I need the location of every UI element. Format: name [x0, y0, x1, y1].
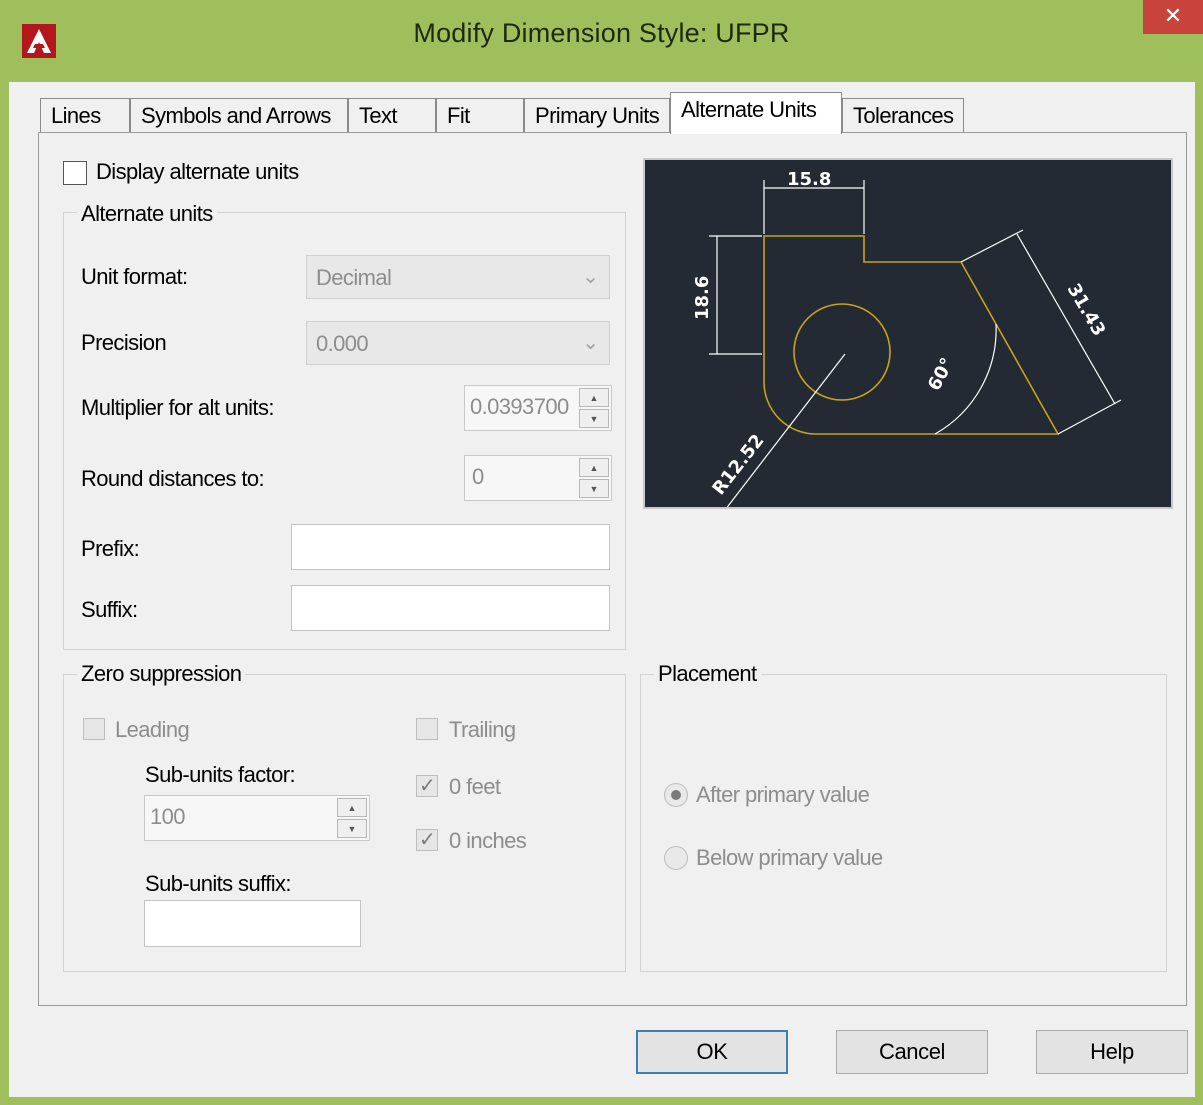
preview-dim-angle: 60°	[924, 354, 959, 394]
spin-down-icon[interactable]: ▼	[579, 479, 609, 498]
alternate-units-legend: Alternate units	[77, 201, 217, 227]
preview-dim-top: 15.8	[787, 169, 831, 190]
placement-group	[640, 674, 1167, 972]
prefix-label: Prefix:	[81, 536, 140, 561]
tab-lines[interactable]: Lines	[40, 98, 130, 132]
unit-format-label: Unit format:	[81, 264, 188, 289]
sub-units-factor-spinner[interactable]: 100 ▲ ▼	[144, 795, 370, 841]
unit-format-select[interactable]: Decimal ⌄	[306, 255, 610, 299]
window-frame-right	[1195, 82, 1203, 1105]
tab-text[interactable]: Text	[348, 98, 436, 132]
suffix-label: Suffix:	[81, 597, 138, 622]
radio-dot-icon	[671, 790, 681, 800]
tab-symbols-and-arrows[interactable]: Symbols and Arrows	[130, 98, 348, 132]
window-frame-bottom	[0, 1097, 1203, 1105]
display-alternate-units-checkbox[interactable]	[63, 161, 87, 185]
precision-value: 0.000	[316, 331, 369, 356]
multiplier-label: Multiplier for alt units:	[81, 395, 274, 420]
spin-down-icon[interactable]: ▼	[579, 409, 609, 428]
prefix-input[interactable]	[291, 524, 610, 570]
spin-up-icon[interactable]: ▲	[337, 798, 367, 817]
tab-fit[interactable]: Fit	[436, 98, 524, 132]
tab-tolerances[interactable]: Tolerances	[842, 98, 964, 132]
below-primary-value-radio[interactable]	[664, 846, 688, 870]
placement-legend: Placement	[654, 661, 761, 687]
chevron-down-icon: ⌄	[582, 266, 599, 288]
zero-suppression-legend: Zero suppression	[77, 661, 246, 687]
preview-dim-slant: 31.43	[1063, 280, 1110, 340]
round-distances-spinner[interactable]: 0 ▲ ▼	[464, 455, 612, 501]
spin-down-icon[interactable]: ▼	[337, 819, 367, 838]
trailing-label: Trailing	[449, 717, 516, 742]
preview-dim-left: 18.6	[692, 276, 713, 320]
spin-up-icon[interactable]: ▲	[579, 458, 609, 477]
sub-units-factor-label: Sub-units factor:	[145, 762, 296, 787]
help-button[interactable]: Help	[1036, 1030, 1188, 1074]
close-icon[interactable]: ✕	[1143, 0, 1203, 34]
multiplier-spinner[interactable]: 0.0393700 ▲ ▼	[464, 385, 612, 431]
spin-up-icon[interactable]: ▲	[579, 388, 609, 407]
round-distances-label: Round distances to:	[81, 466, 265, 491]
after-primary-value-label: After primary value	[696, 782, 870, 807]
zero-inches-checkbox[interactable]: ✓	[416, 829, 438, 851]
ok-button[interactable]: OK	[636, 1030, 788, 1074]
round-distances-value: 0	[472, 464, 484, 489]
sub-units-suffix-label: Sub-units suffix:	[145, 871, 292, 896]
dimension-preview: 15.8 18.6 31.43 60° R12.52	[643, 158, 1173, 511]
leading-label: Leading	[115, 717, 190, 742]
window-title: Modify Dimension Style: UFPR	[413, 18, 790, 48]
tab-primary-units[interactable]: Primary Units	[524, 98, 670, 132]
precision-label: Precision	[81, 330, 167, 355]
check-icon: ✓	[419, 775, 436, 797]
window-frame-left	[0, 82, 9, 1105]
zero-inches-label: 0 inches	[449, 828, 527, 853]
sub-units-factor-value: 100	[150, 804, 185, 829]
check-icon: ✓	[419, 829, 436, 851]
chevron-down-icon: ⌄	[582, 332, 599, 354]
sub-units-suffix-input[interactable]	[144, 900, 361, 947]
after-primary-value-radio[interactable]	[664, 783, 688, 807]
leading-checkbox[interactable]	[83, 718, 105, 740]
display-alternate-units-label: Display alternate units	[96, 159, 299, 184]
trailing-checkbox[interactable]	[416, 718, 438, 740]
tab-alternate-units[interactable]: Alternate Units	[670, 92, 842, 134]
below-primary-value-label: Below primary value	[696, 845, 883, 870]
cancel-button[interactable]: Cancel	[836, 1030, 988, 1074]
unit-format-value: Decimal	[316, 265, 392, 290]
zero-feet-checkbox[interactable]: ✓	[416, 775, 438, 797]
precision-select[interactable]: 0.000 ⌄	[306, 321, 610, 365]
suffix-input[interactable]	[291, 585, 610, 631]
zero-feet-label: 0 feet	[449, 774, 501, 799]
multiplier-value: 0.0393700	[470, 394, 569, 419]
